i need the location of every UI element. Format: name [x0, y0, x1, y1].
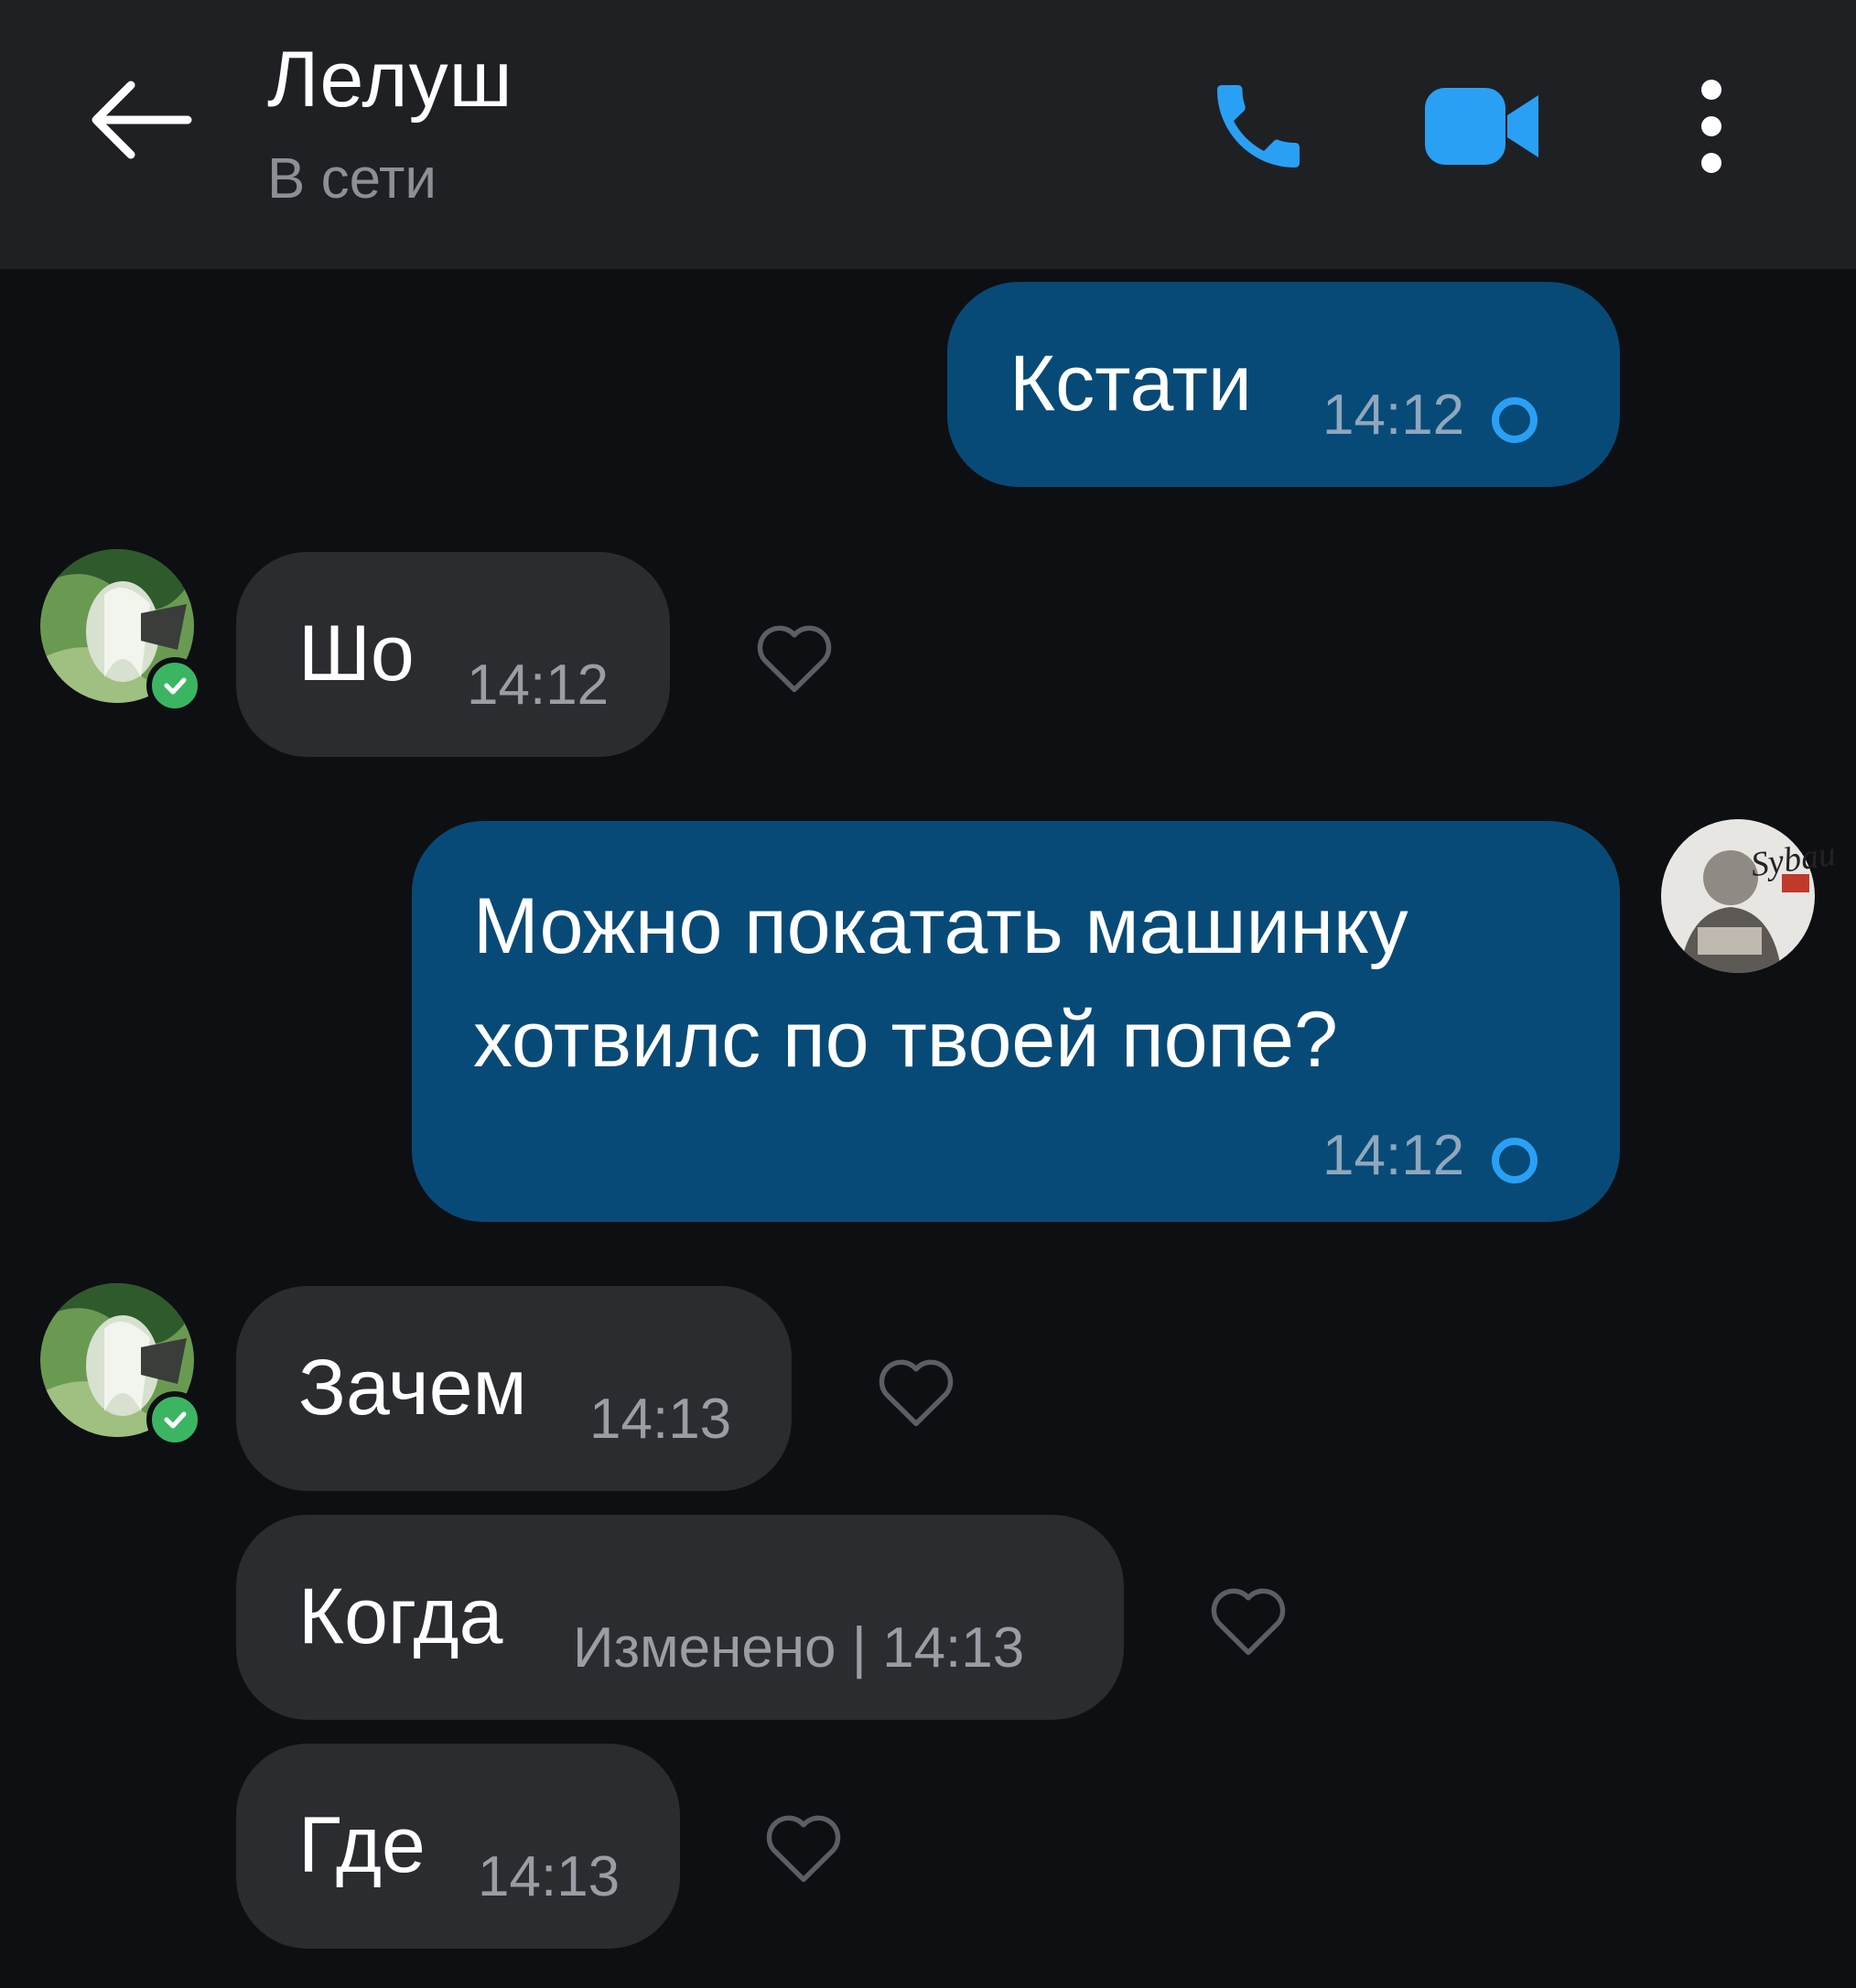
chat-header: Лелуш В сети — [0, 0, 1856, 269]
heart-reaction-icon[interactable] — [749, 611, 840, 703]
video-camera-icon — [1423, 81, 1542, 177]
message-text: Зачем — [298, 1344, 527, 1432]
verified-badge — [146, 657, 203, 714]
message-time: 14:13 — [589, 1388, 732, 1451]
message-text-line-1: Можно покатать машинку — [473, 882, 1408, 970]
message-text: Шо — [298, 610, 415, 697]
message-text-line-2: хотвилс по твоей попе? — [473, 996, 1338, 1084]
check-icon — [164, 677, 187, 695]
sending-ring-icon — [1492, 397, 1538, 443]
message-bubble-incoming[interactable]: Когда Изменено | 14:13 — [236, 1515, 1124, 1720]
message-bubble-incoming[interactable]: Зачем 14:13 — [236, 1286, 792, 1491]
message-edited-time: Изменено | 14:13 — [573, 1616, 1025, 1680]
message-bubble-outgoing[interactable]: Можно покатать машинку хотвилс по твоей … — [412, 821, 1620, 1222]
verified-badge — [146, 1391, 203, 1448]
message-bubble-outgoing[interactable]: Кстати 14:12 — [947, 282, 1620, 487]
heart-reaction-icon[interactable] — [758, 1801, 849, 1893]
message-bubble-incoming[interactable]: Где 14:13 — [236, 1744, 680, 1949]
contact-avatar[interactable] — [40, 549, 203, 714]
chat-title[interactable]: Лелуш — [267, 35, 513, 125]
sending-ring-icon — [1492, 1138, 1538, 1183]
online-status: В сети — [267, 147, 437, 211]
heart-reaction-icon[interactable] — [1203, 1574, 1294, 1666]
more-vertical-icon — [1698, 76, 1725, 181]
message-time: 14:13 — [478, 1845, 620, 1908]
voice-call-button[interactable] — [1190, 64, 1327, 192]
video-call-button[interactable] — [1414, 64, 1551, 192]
message-text: Кстати — [1009, 340, 1252, 427]
more-options-button[interactable] — [1666, 64, 1757, 192]
message-time: 14:12 — [1322, 1124, 1465, 1187]
my-avatar[interactable]: Sybau — [1661, 819, 1838, 973]
back-arrow-icon — [85, 74, 195, 170]
message-time: 14:12 — [1322, 384, 1465, 447]
back-button[interactable] — [81, 71, 200, 172]
check-icon — [164, 1411, 187, 1429]
message-text: Когда — [298, 1572, 503, 1660]
message-text: Где — [298, 1801, 426, 1889]
message-bubble-incoming[interactable]: Шо 14:12 — [236, 552, 670, 757]
contact-avatar[interactable] — [40, 1283, 203, 1448]
heart-reaction-icon[interactable] — [870, 1345, 962, 1437]
phone-icon — [1203, 71, 1313, 186]
message-time: 14:12 — [467, 654, 610, 717]
